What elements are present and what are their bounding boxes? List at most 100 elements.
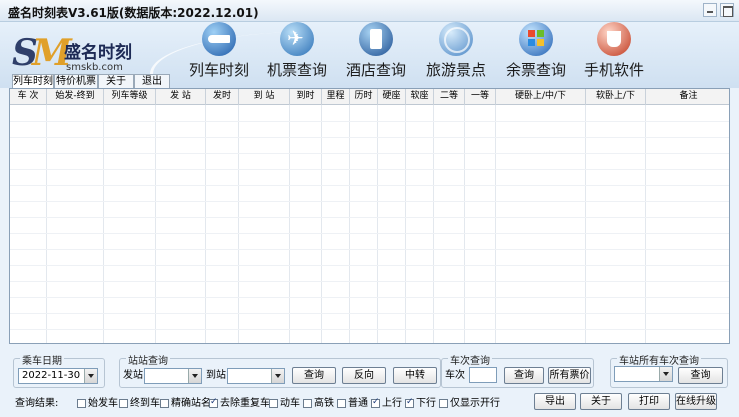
station-select[interactable]: [614, 366, 673, 382]
query-panel: 乘车日期 2022-11-30 站站查询 发站 到站 查询 反向 中转 车次查询…: [9, 344, 730, 417]
ride-date-group: 乘车日期 2022-11-30: [13, 352, 105, 388]
chevron-down-icon[interactable]: [271, 369, 284, 383]
grid-row-line: [10, 217, 729, 218]
grid-row-line: [10, 137, 729, 138]
col-second-class[interactable]: 二等: [434, 89, 465, 105]
filter-down-label: 下行: [416, 398, 436, 409]
from-station-label: 发站: [123, 370, 143, 381]
train-query-group: 车次查询 车次 查询 所有票价: [441, 352, 594, 388]
col-train-no[interactable]: 车 次: [10, 89, 47, 105]
results-table[interactable]: 车 次 始发-终到 列车等级 发 站 发时 到 站 到时 里程 历时 硬座 软座…: [9, 88, 730, 344]
col-remarks[interactable]: 备注: [646, 89, 729, 105]
nav-flight-search[interactable]: 机票查询: [262, 22, 332, 82]
export-button[interactable]: 导出: [534, 393, 576, 410]
grid-line: [495, 105, 496, 343]
col-hard-sleeper[interactable]: 硬卧上/中/下: [496, 89, 586, 105]
grid-row-line: [10, 249, 729, 250]
filter-origin-checkbox[interactable]: [77, 399, 86, 408]
tab-special-flights[interactable]: 特价机票: [54, 74, 98, 88]
filter-origin-label: 始发车: [88, 398, 118, 409]
grid-line: [155, 105, 156, 343]
windows-icon: [519, 22, 553, 56]
to-station-select[interactable]: [227, 368, 285, 384]
chevron-down-icon[interactable]: [188, 369, 201, 383]
grid-row-line: [10, 297, 729, 298]
nav-ticket-availability[interactable]: 余票查询: [501, 22, 571, 82]
train-no-input[interactable]: [469, 367, 497, 383]
airplane-icon: [280, 22, 314, 56]
train-icon: [202, 22, 236, 56]
transfer-button[interactable]: 中转: [393, 367, 437, 384]
col-origin-dest[interactable]: 始发-终到: [47, 89, 104, 105]
col-first-class[interactable]: 一等: [465, 89, 496, 105]
filter-dedupe-checkbox[interactable]: [209, 397, 218, 408]
filter-exact-name-checkbox[interactable]: [160, 399, 169, 408]
filter-normal-label: 普通: [348, 398, 368, 409]
tab-train-schedule[interactable]: 列车时刻: [12, 74, 54, 89]
grid-line: [464, 105, 465, 343]
logo-name: 盛名时刻: [64, 43, 132, 63]
grid-line: [349, 105, 350, 343]
filter-terminal-checkbox[interactable]: [119, 399, 128, 408]
col-soft-sleeper[interactable]: 软卧上/下: [586, 89, 646, 105]
ride-date-picker[interactable]: 2022-11-30: [18, 368, 98, 384]
col-depart-station[interactable]: 发 站: [156, 89, 206, 105]
grid-row-line: [10, 313, 729, 314]
grid-row-line: [10, 169, 729, 170]
maximize-button[interactable]: [720, 3, 734, 17]
nav-label: 余票查询: [505, 61, 566, 79]
chevron-down-icon[interactable]: [84, 369, 97, 383]
grid-line: [377, 105, 378, 343]
filter-dedupe-label: 去除重复车: [220, 398, 270, 409]
filter-emu-checkbox[interactable]: [269, 399, 278, 408]
col-duration[interactable]: 历时: [350, 89, 378, 105]
nav-tourist-spots[interactable]: 旅游景点: [421, 22, 491, 82]
java-icon: [597, 22, 631, 56]
nav-mobile-software[interactable]: 手机软件: [579, 22, 649, 82]
grid-line: [585, 105, 586, 343]
col-hard-seat[interactable]: 硬座: [378, 89, 406, 105]
station-query-group: 站站查询 发站 到站 查询 反向 中转: [119, 352, 441, 388]
nav-label: 酒店查询: [345, 61, 406, 79]
filter-down-checkbox[interactable]: [405, 397, 414, 408]
tab-about[interactable]: 关于: [98, 74, 134, 88]
station-all-query-button[interactable]: 查询: [678, 367, 723, 384]
nav-hotel-search[interactable]: 酒店查询: [341, 22, 411, 82]
col-arrive-station[interactable]: 到 站: [239, 89, 290, 105]
chevron-down-icon[interactable]: [659, 367, 672, 381]
nav-train-schedule[interactable]: 列车时刻: [184, 22, 254, 82]
filter-exact-name-label: 精确站名: [171, 398, 211, 409]
tab-exit[interactable]: 退出: [134, 74, 170, 88]
grid-row-line: [10, 121, 729, 122]
from-station-select[interactable]: [144, 368, 202, 384]
col-distance[interactable]: 里程: [322, 89, 350, 105]
col-depart-time[interactable]: 发时: [206, 89, 239, 105]
grid-row-line: [10, 233, 729, 234]
train-query-label: 车次查询: [448, 352, 492, 367]
filter-running-only-checkbox[interactable]: [439, 399, 448, 408]
grid-row-line: [10, 281, 729, 282]
col-arrive-time[interactable]: 到时: [290, 89, 322, 105]
filter-up-checkbox[interactable]: [371, 397, 380, 408]
train-query-button[interactable]: 查询: [504, 367, 544, 384]
online-upgrade-button[interactable]: 在线升级: [675, 393, 717, 410]
grid-line: [205, 105, 206, 343]
logo-mark: SM: [12, 32, 72, 74]
minimize-button[interactable]: [703, 3, 717, 17]
table-header: 车 次 始发-终到 列车等级 发 站 发时 到 站 到时 里程 历时 硬座 软座…: [10, 89, 729, 105]
nav-label: 手机软件: [583, 61, 644, 79]
about-button[interactable]: 关于: [580, 393, 622, 410]
col-soft-seat[interactable]: 软座: [406, 89, 434, 105]
print-button[interactable]: 打印: [628, 393, 670, 410]
filter-normal-checkbox[interactable]: [337, 399, 346, 408]
all-fares-button[interactable]: 所有票价: [548, 367, 591, 384]
filter-running-only-label: 仅显示开行: [450, 398, 500, 409]
col-train-class[interactable]: 列车等级: [104, 89, 156, 105]
grid-line: [645, 105, 646, 343]
filter-emu-label: 动车: [280, 398, 300, 409]
grid-line: [321, 105, 322, 343]
station-query-button[interactable]: 查询: [292, 367, 336, 384]
reverse-button[interactable]: 反向: [342, 367, 386, 384]
filter-highspeed-checkbox[interactable]: [303, 399, 312, 408]
window-title: 盛名时刻表V3.61版(数据版本:2022.12.01): [8, 6, 259, 20]
